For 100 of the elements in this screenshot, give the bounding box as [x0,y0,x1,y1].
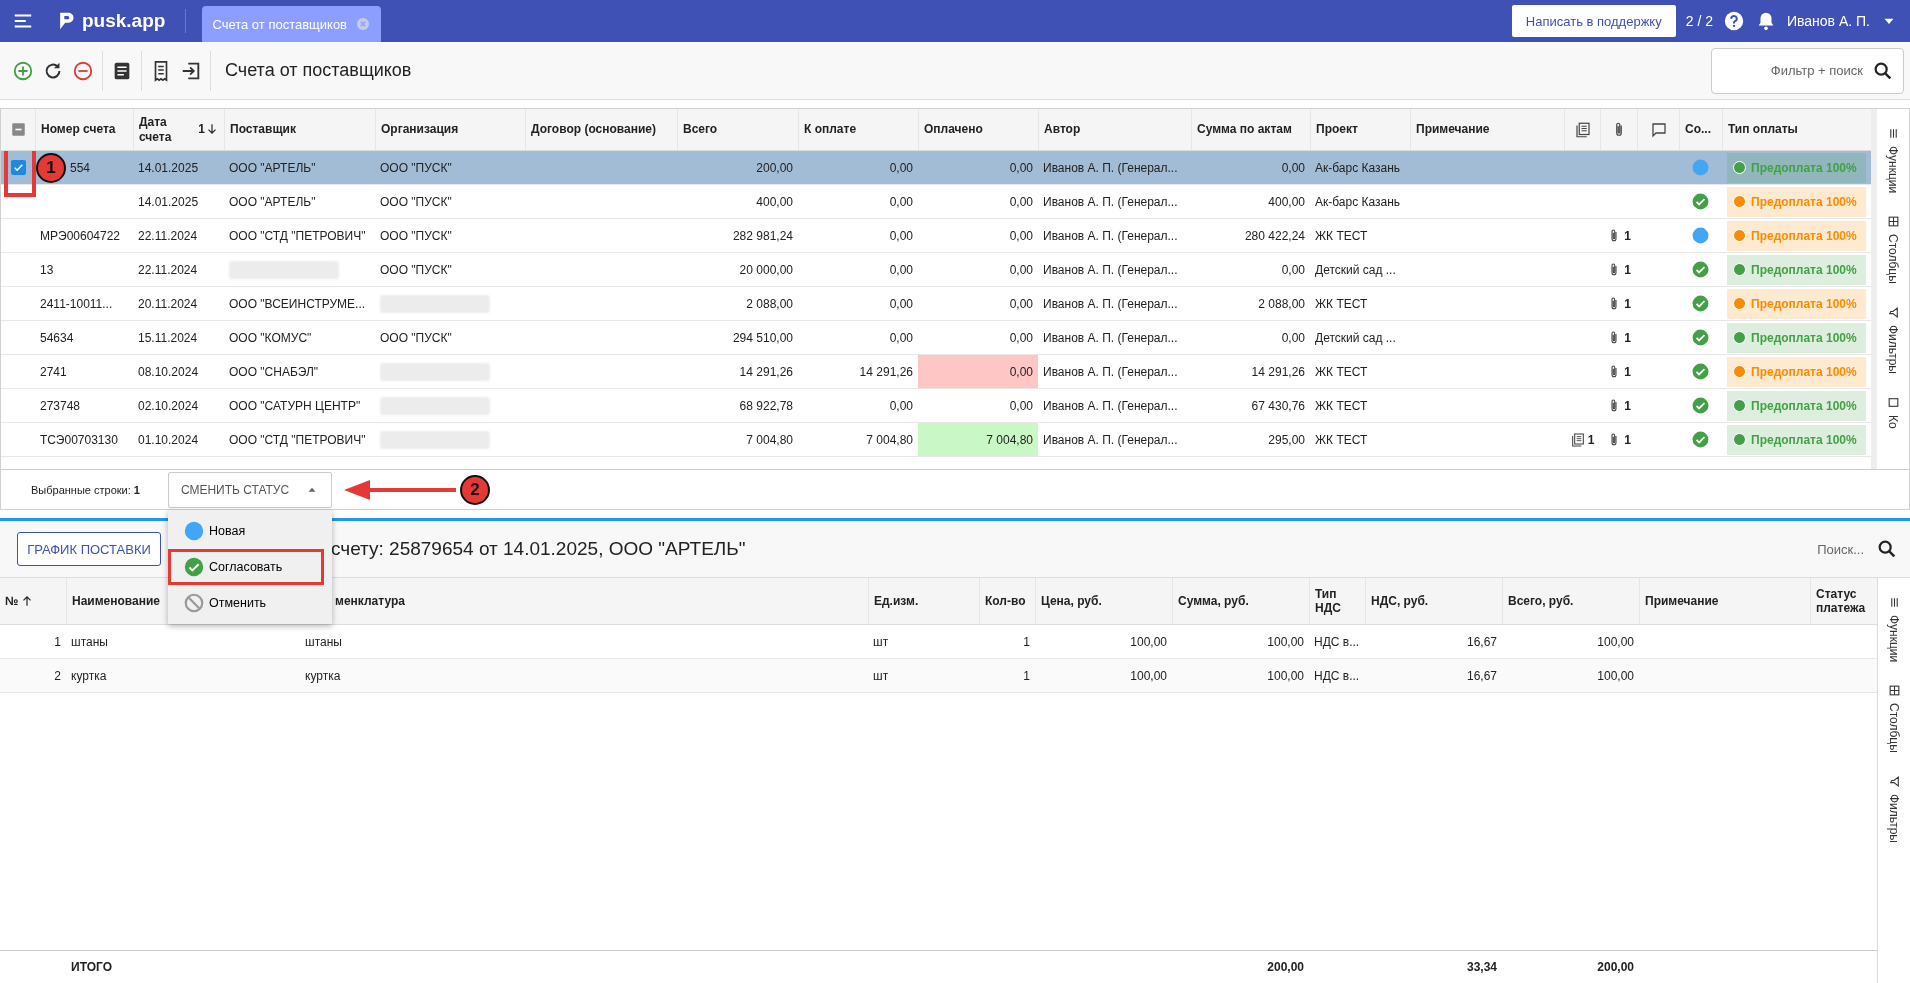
table-cell: ООО "АРТЕЛЬ" [229,160,316,175]
delivery-schedule-button[interactable]: ГРАФИК ПОСТАВКИ [17,532,161,566]
column-header[interactable]: НДС, руб. [1371,593,1429,609]
side-tab[interactable]: Фильтры [1885,771,1903,848]
column-header[interactable]: Сумма, руб. [1178,593,1249,609]
tick-icon [11,161,25,174]
table-cell: Иванов А. П. (Генерал... [1043,398,1178,413]
app-logo-text: pusk.app [82,10,166,32]
step-marker: 2 [460,474,490,505]
column-header[interactable]: Цена, руб. [1041,593,1102,609]
select-all-checkbox[interactable] [10,122,26,137]
side-tab[interactable]: Функции [1884,123,1902,198]
side-tab[interactable]: Столбцы [1885,680,1903,758]
table-cell: ЖК ТЕСТ [1315,432,1368,447]
column-header[interactable]: Дата счета 1 [133,109,224,150]
table-cell: 0,00 [1009,262,1033,277]
column-header[interactable]: Примечание [1410,109,1564,150]
column-header[interactable]: К оплате [798,109,918,150]
table-cell: ООО "ПУСК" [380,160,452,175]
menu-item[interactable]: Согласовать [168,548,324,585]
change-status-dropdown[interactable]: СМЕНИТЬ СТАТУС [168,471,332,508]
table-cell: 294 510,00 [732,330,793,345]
column-header[interactable]: № [5,593,19,609]
column-header[interactable]: Статус платежа [1816,586,1873,616]
table-cell: Детский сад ... [1315,262,1396,277]
column-header[interactable]: Номер счета [35,109,133,150]
table-cell: МРЭ00604722 [40,228,120,243]
comment-icon[interactable] [1649,120,1668,139]
count-label: 1 [1587,432,1595,447]
column-header[interactable]: Кол-во [985,593,1026,609]
column-header[interactable]: Всего [677,109,798,150]
total-cell: 200,00 [1597,960,1634,974]
column-header[interactable]: Тип оплаты [1722,109,1871,150]
column-header[interactable]: Примечание [1645,593,1719,609]
table-cell: 16,67 [1466,634,1497,649]
table-cell: штаны [71,634,108,649]
column-header[interactable]: Организация [375,109,525,150]
table-cell: Иванов А. П. (Генерал... [1043,432,1178,447]
column-header[interactable]: Ед.изм. [874,593,919,609]
table-cell: 7 004,80 [746,432,793,447]
details-title: счету: 25879654 от 14.01.2025, ООО "АРТЕЛЬ" [331,538,746,560]
column-header[interactable]: Автор [1038,109,1191,150]
documents-icon[interactable] [1573,120,1592,139]
documents-icon[interactable] [1569,431,1586,448]
table-cell: 0,00 [889,398,913,413]
menu-item[interactable]: Отменить [168,584,332,621]
plus-circle-icon [12,59,34,82]
column-header[interactable]: Всего, руб. [1508,593,1574,609]
table-cell: 15.11.2024 [138,330,198,345]
user-name[interactable]: Иванов А. П. [1786,13,1870,29]
column-header[interactable]: Со... [1679,109,1722,150]
side-tab[interactable]: Ко [1884,392,1902,433]
table-cell: Иванов А. П. (Генерал... [1043,194,1178,209]
filter-search-field[interactable]: Фильтр + поиск [1711,47,1904,94]
table-cell: 1 [54,634,61,649]
table-cell: 2741 [40,364,67,379]
side-tab[interactable]: Функции [1885,592,1903,667]
table-cell: 0,00 [889,296,913,311]
table-cell: 16,67 [1466,668,1497,683]
table-cell: 13 [40,262,54,277]
table-cell: 0,00 [1009,330,1033,345]
table-cell: 54634 [40,330,74,345]
payment-badge: Предоплата 100% [1727,186,1866,217]
count-label: 1 [1624,432,1631,447]
column-header[interactable]: менклатура [335,593,405,609]
cancel-icon [183,591,205,614]
table-cell: ООО "АРТЕЛЬ" [229,194,316,209]
table-cell: Иванов А. П. (Генерал... [1043,262,1178,277]
column-header[interactable]: Проект [1310,109,1410,150]
count-label: 1 [1624,398,1631,413]
table-cell: Иванов А. П. (Генерал... [1043,330,1178,345]
help-icon[interactable] [1722,10,1745,32]
table-cell: 1 [1023,634,1030,649]
columns-icon [1887,684,1901,698]
row-checkbox[interactable] [10,160,26,175]
table-cell: 400,00 [1268,194,1305,209]
search-field[interactable]: Поиск... [1786,540,1866,558]
table-cell: 100,00 [1130,634,1167,649]
table-cell: 14.01.2025 [138,160,199,175]
table-cell: 02.10.2024 [138,398,199,413]
column-header[interactable]: Сумма по актам [1191,109,1310,150]
table-cell: 554 [70,160,91,175]
column-header[interactable]: Договор (основание) [525,109,677,150]
search-icon[interactable] [1876,538,1898,560]
table-cell: 0,00 [1009,194,1033,209]
column-header[interactable]: Наименование [72,593,161,609]
total-cell: 200,00 [1267,960,1304,974]
table-cell: 273748 [40,398,81,413]
table-cell: ООО "ПУСК" [380,330,452,345]
side-tab[interactable]: Столбцы [1884,211,1902,289]
count-label: 1 [1624,228,1631,243]
count-label: 1 [1624,296,1631,311]
column-header[interactable]: Оплачено [918,109,1038,150]
menu-item[interactable]: Новая [168,512,332,549]
support-button[interactable]: Написать в поддержку [1511,5,1676,37]
table-cell: 0,00 [1009,160,1033,175]
table-cell: 67 430,76 [1251,398,1305,413]
side-tab[interactable]: Фильтры [1884,302,1902,379]
column-header[interactable]: Тип НДС [1315,586,1360,616]
column-header[interactable]: Поставщик [224,109,375,150]
